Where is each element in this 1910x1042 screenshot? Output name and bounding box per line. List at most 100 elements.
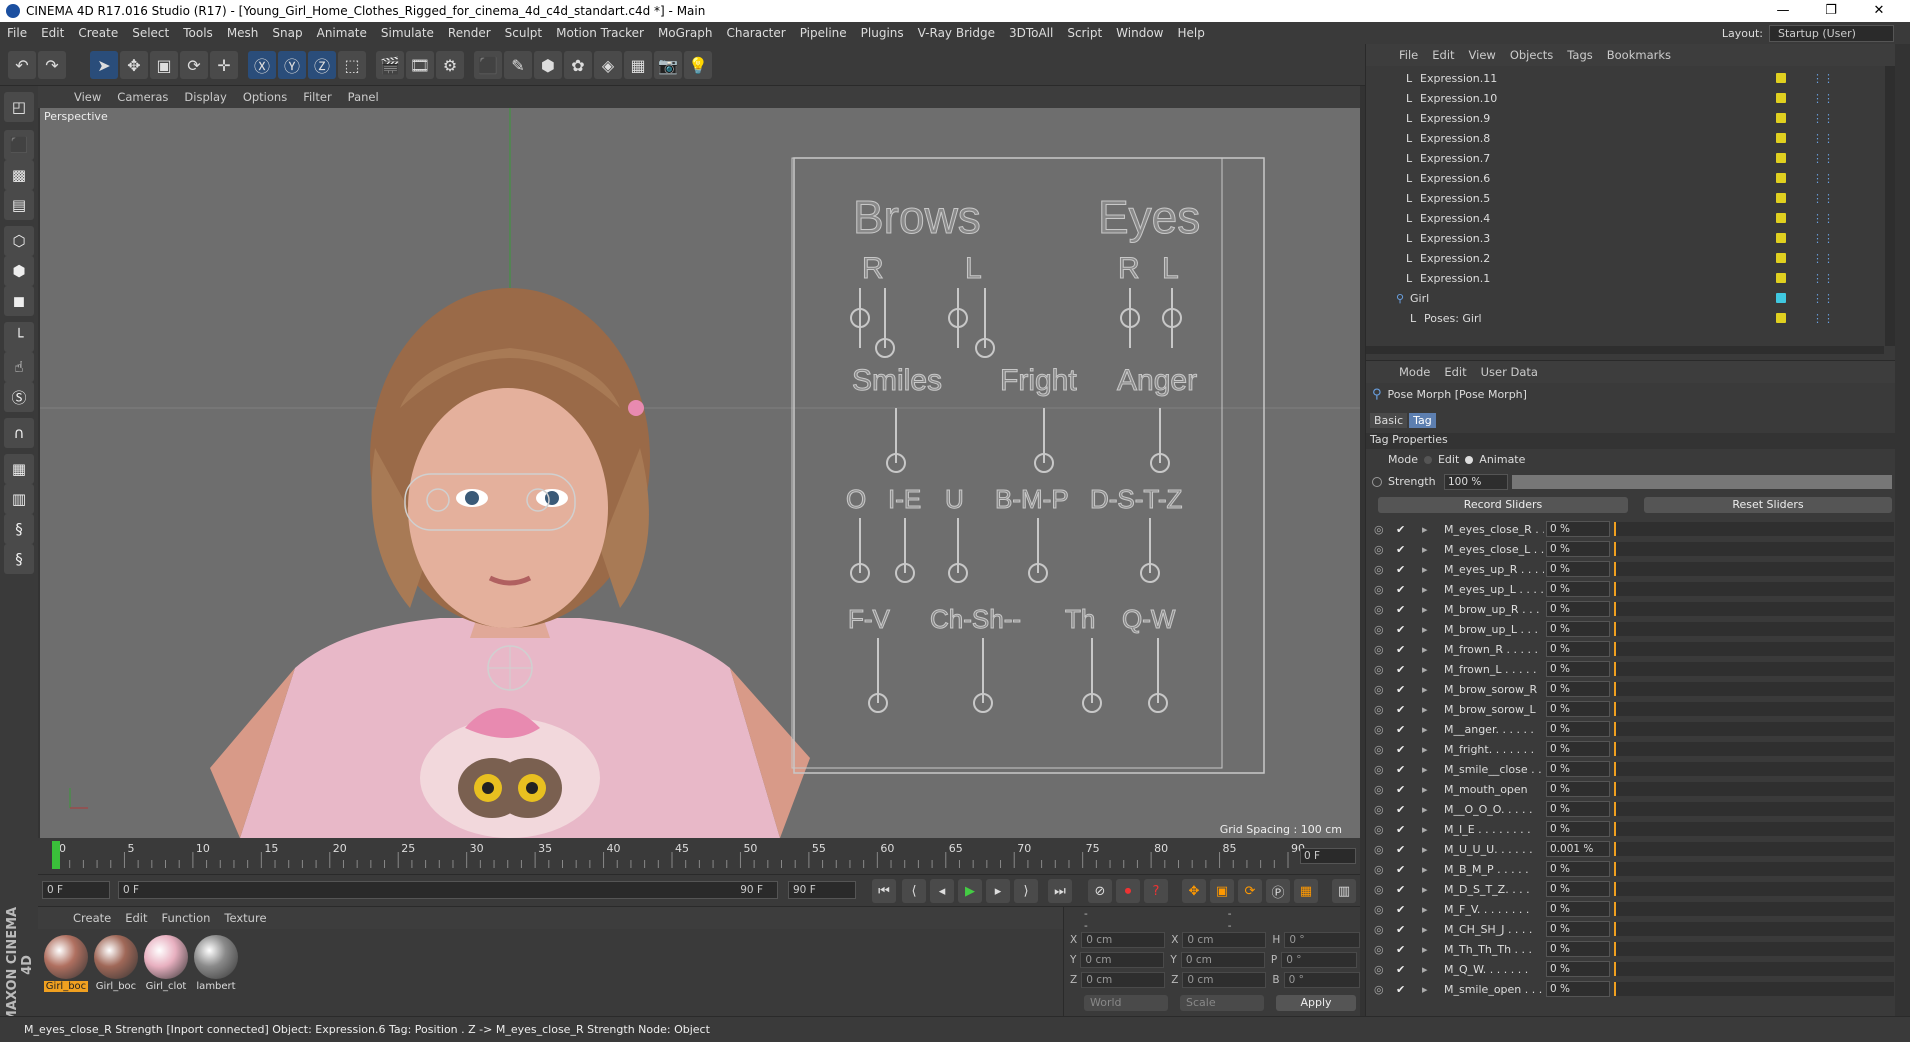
slider-knob[interactable] — [1614, 982, 1616, 996]
slider-handle-icon[interactable]: ▸ — [1422, 883, 1428, 896]
slider-anim-icon[interactable]: ◎ — [1374, 703, 1384, 716]
restore-button[interactable]: ❐ — [1808, 0, 1854, 22]
go-to-start-icon[interactable]: ⏮ — [872, 879, 896, 903]
slider-anim-icon[interactable]: ◎ — [1374, 903, 1384, 916]
key-rotation-icon[interactable]: ⟳ — [1238, 879, 1262, 903]
slider-value-field[interactable]: 0 % — [1546, 581, 1610, 597]
viewport-menu-options[interactable]: Options — [235, 90, 295, 104]
slider-enable-checkbox[interactable]: ✔ — [1396, 883, 1405, 896]
slider-track[interactable] — [1614, 522, 1894, 536]
slider-track[interactable] — [1614, 942, 1894, 956]
rot-p-field[interactable]: 0 ° — [1281, 952, 1358, 968]
slider-track[interactable] — [1614, 962, 1894, 976]
morph-slider-row[interactable]: ◎ ✔ ▸ M_Th_Th_Th . . . 0 % — [1366, 939, 1896, 959]
menu-3dtoall[interactable]: 3DToAll — [1002, 26, 1060, 40]
menu-file[interactable]: File — [0, 26, 34, 40]
current-frame-field[interactable]: 0 F — [1300, 848, 1356, 864]
slider-value-field[interactable]: 0 % — [1546, 721, 1610, 737]
slider-handle-icon[interactable]: ▸ — [1422, 763, 1428, 776]
slider-track[interactable] — [1614, 702, 1894, 716]
slider-handle-icon[interactable]: ▸ — [1422, 683, 1428, 696]
menu-render[interactable]: Render — [441, 26, 498, 40]
viewport-menu-panel[interactable]: Panel — [340, 90, 387, 104]
snap-settings-icon[interactable]: ▥ — [4, 484, 34, 514]
previous-frame-icon[interactable]: ◂ — [930, 879, 954, 903]
slider-enable-checkbox[interactable]: ✔ — [1396, 823, 1405, 836]
slider-knob[interactable] — [1614, 862, 1616, 876]
model-mode-icon[interactable]: ⬛ — [4, 130, 34, 160]
solo-icon[interactable]: Ⓢ — [4, 382, 34, 412]
menu-select[interactable]: Select — [125, 26, 176, 40]
record-icon[interactable]: ⏺ — [1116, 879, 1140, 903]
slider-value-field[interactable]: 0 % — [1546, 941, 1610, 957]
playhead[interactable] — [52, 841, 60, 869]
floor-icon[interactable]: ▦ — [624, 51, 652, 79]
slider-value-field[interactable]: 0 % — [1546, 761, 1610, 777]
slider-enable-checkbox[interactable]: ✔ — [1396, 843, 1405, 856]
workplane-icon[interactable]: ▤ — [4, 190, 34, 220]
slider-value-field[interactable]: 0 % — [1546, 881, 1610, 897]
slider-enable-checkbox[interactable]: ✔ — [1396, 643, 1405, 656]
morph-slider-row[interactable]: ◎ ✔ ▸ M_eyes_close_L . .0 % — [1366, 539, 1896, 559]
slider-track[interactable] — [1614, 762, 1894, 776]
slider-enable-checkbox[interactable]: ✔ — [1396, 763, 1405, 776]
key-parameter-icon[interactable]: Ⓟ — [1266, 879, 1290, 903]
slider-anim-icon[interactable]: ◎ — [1374, 523, 1384, 536]
slider-handle-icon[interactable]: ▸ — [1422, 623, 1428, 636]
viewport-menu-cameras[interactable]: Cameras — [109, 90, 176, 104]
morph-slider-row[interactable]: ◎ ✔ ▸ M_fright. . . . . . . 0 % — [1366, 739, 1896, 759]
render-picture-viewer-icon[interactable]: 🎞 — [406, 51, 434, 79]
morph-slider-row[interactable]: ◎ ✔ ▸ M_brow_sorow_L 0 % — [1366, 699, 1896, 719]
slider-handle-icon[interactable]: ▸ — [1422, 743, 1428, 756]
slider-value-field[interactable]: 0 % — [1546, 681, 1610, 697]
mode-edit-radio[interactable] — [1423, 455, 1432, 464]
motion-record-icon[interactable]: ⊘ — [1088, 879, 1112, 903]
slider-handle-icon[interactable]: ▸ — [1422, 543, 1428, 556]
tweak-icon[interactable]: ☝ — [4, 352, 34, 382]
slider-track[interactable] — [1614, 902, 1894, 916]
slider-handle-icon[interactable]: ▸ — [1422, 903, 1428, 916]
slider-enable-checkbox[interactable]: ✔ — [1396, 783, 1405, 796]
slider-knob[interactable] — [1614, 822, 1616, 836]
material-menu-function[interactable]: Function — [155, 911, 218, 925]
tab-tag[interactable]: Tag — [1409, 413, 1436, 428]
slider-enable-checkbox[interactable]: ✔ — [1396, 743, 1405, 756]
slider-enable-checkbox[interactable]: ✔ — [1396, 903, 1405, 916]
slider-anim-icon[interactable]: ◎ — [1374, 863, 1384, 876]
end-frame-field[interactable]: 90 F — [788, 881, 856, 899]
slider-anim-icon[interactable]: ◎ — [1374, 563, 1384, 576]
select-arrow-icon[interactable]: ➤ — [90, 51, 118, 79]
slider-handle-icon[interactable]: ▸ — [1422, 523, 1428, 536]
slider-handle-icon[interactable]: ▸ — [1422, 703, 1428, 716]
morph-slider-row[interactable]: ◎ ✔ ▸ M_I_E . . . . . . . . 0 % — [1366, 819, 1896, 839]
slider-knob[interactable] — [1614, 782, 1616, 796]
timeline-ruler[interactable]: 0 5 10 15 20 25 30 35 40 45 50 55 60 65 70 75 80 85 90 — [38, 838, 1360, 874]
redo-icon[interactable]: ↷ — [38, 51, 66, 79]
strength-slider[interactable] — [1512, 475, 1892, 489]
morph-slider-row[interactable]: ◎ ✔ ▸ M_mouth_open 0 % — [1366, 779, 1896, 799]
slider-track[interactable] — [1614, 742, 1894, 756]
material-menu-edit[interactable]: Edit — [118, 911, 154, 925]
subdivision-icon[interactable]: ⬢ — [534, 51, 562, 79]
next-key-icon[interactable]: ⟩ — [1014, 879, 1038, 903]
y-axis-icon[interactable]: Ⓨ — [278, 51, 306, 79]
menu-simulate[interactable]: Simulate — [374, 26, 441, 40]
slider-knob[interactable] — [1614, 722, 1616, 736]
slider-knob[interactable] — [1614, 902, 1616, 916]
attribute-menu-user-data[interactable]: User Data — [1474, 365, 1545, 379]
xpresso-tag-icon[interactable]: ⋮⋮ — [1812, 92, 1834, 105]
slider-track[interactable] — [1614, 722, 1894, 736]
minimize-button[interactable]: — — [1760, 0, 1806, 22]
slider-track[interactable] — [1614, 822, 1894, 836]
slider-track[interactable] — [1614, 602, 1894, 616]
slider-handle-icon[interactable]: ▸ — [1422, 583, 1428, 596]
slider-enable-checkbox[interactable]: ✔ — [1396, 663, 1405, 676]
morph-slider-row[interactable]: ◎ ✔ ▸ M__O_O_O. . . . . 0 % — [1366, 799, 1896, 819]
snap-grid-icon[interactable]: ▦ — [4, 454, 34, 484]
object-menu-tags[interactable]: Tags — [1560, 48, 1599, 62]
slider-enable-checkbox[interactable]: ✔ — [1396, 583, 1405, 596]
rot-h-field[interactable]: 0 ° — [1284, 932, 1361, 948]
coordinate-system-icon[interactable]: ⬚ — [338, 51, 366, 79]
xpresso-tag-icon[interactable]: ⋮⋮ — [1812, 212, 1834, 225]
object-menu-edit[interactable]: Edit — [1425, 48, 1461, 62]
